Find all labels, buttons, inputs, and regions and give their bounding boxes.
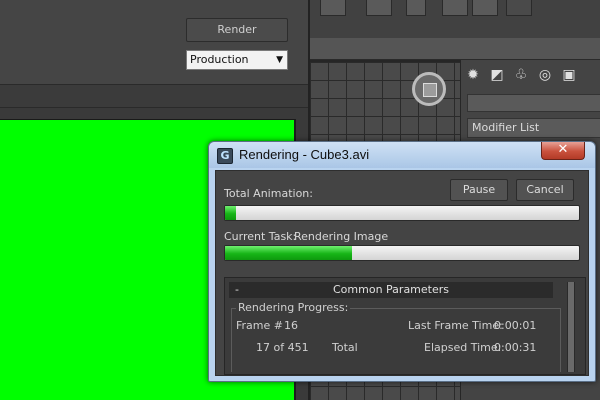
collapse-toggle[interactable]: -: [235, 282, 239, 298]
toolbar-icon[interactable]: [472, 0, 498, 16]
close-button[interactable]: ✕: [541, 142, 585, 160]
dialog-body: Total Animation: Pause Cancel Current Ta…: [215, 170, 589, 376]
toolbar-icon[interactable]: [320, 0, 346, 16]
dropdown-arrow-icon: ▼: [276, 55, 283, 65]
display-icon[interactable]: ◎: [535, 64, 555, 86]
common-parameters-title: Common Parameters: [333, 283, 449, 296]
utilities-icon[interactable]: ▣: [559, 64, 579, 86]
object-name-field[interactable]: [467, 94, 600, 112]
hierarchy-icon[interactable]: ◩: [487, 64, 507, 86]
frame-count-text: 17 of 451: [256, 341, 309, 354]
rollout-scrollbar[interactable]: [567, 282, 575, 372]
elapsed-time-label: Elapsed Time:: [424, 341, 502, 354]
frame-number-value: 16: [284, 319, 298, 332]
pause-button[interactable]: Pause: [450, 179, 508, 201]
dialog-titlebar[interactable]: G Rendering - Cube3.avi ✕: [209, 142, 595, 168]
render-frame-toolbar: Render Production ▼: [0, 0, 308, 84]
last-frame-time-value: 0:00:01: [494, 319, 537, 332]
render-button[interactable]: Render: [186, 18, 288, 42]
dialog-title: Rendering - Cube3.avi: [239, 147, 370, 162]
rendering-dialog: G Rendering - Cube3.avi ✕ Total Animatio…: [208, 141, 596, 382]
production-preset-dropdown[interactable]: Production ▼: [186, 50, 288, 70]
current-task-progress-bar: [224, 245, 580, 261]
toolbar-icon[interactable]: [442, 0, 468, 16]
frame-number-label: Frame #: [236, 319, 283, 332]
total-animation-progress-fill: [225, 206, 236, 220]
viewport-header-strip: [310, 38, 600, 60]
total-animation-progress-bar: [224, 205, 580, 221]
toolbar-icon[interactable]: [406, 0, 426, 16]
elapsed-time-value: 0:00:31: [494, 341, 537, 354]
common-parameters-header[interactable]: Common Parameters -: [229, 282, 553, 298]
settings-icon[interactable]: ✹: [463, 64, 483, 86]
app-icon: G: [217, 148, 233, 164]
modifier-list-dropdown[interactable]: Modifier List: [467, 118, 600, 138]
toolbar-icon[interactable]: [366, 0, 392, 16]
total-animation-label: Total Animation:: [224, 187, 313, 200]
last-frame-time-label: Last Frame Time:: [408, 319, 503, 332]
rendering-progress-group-title: Rendering Progress:: [236, 301, 351, 314]
motion-icon[interactable]: ♧: [511, 64, 531, 86]
preset-value: Production: [190, 53, 249, 66]
current-task-progress-fill: [225, 246, 353, 260]
viewcube-icon[interactable]: [412, 72, 446, 106]
close-icon: ✕: [557, 142, 569, 157]
main-toolbar: [310, 0, 600, 38]
cancel-button[interactable]: Cancel: [516, 179, 574, 201]
current-task-value: Rendering Image: [294, 230, 389, 243]
total-label: Total: [332, 341, 358, 354]
render-frame-strip: [0, 84, 308, 108]
current-task-label: Current Task:: [224, 230, 297, 243]
common-parameters-rollout: Common Parameters - Rendering Progress: …: [224, 277, 586, 375]
rendering-progress-group: Rendering Progress: Frame # 16 Last Fram…: [231, 301, 561, 372]
toolbar-icon[interactable]: [506, 0, 532, 16]
